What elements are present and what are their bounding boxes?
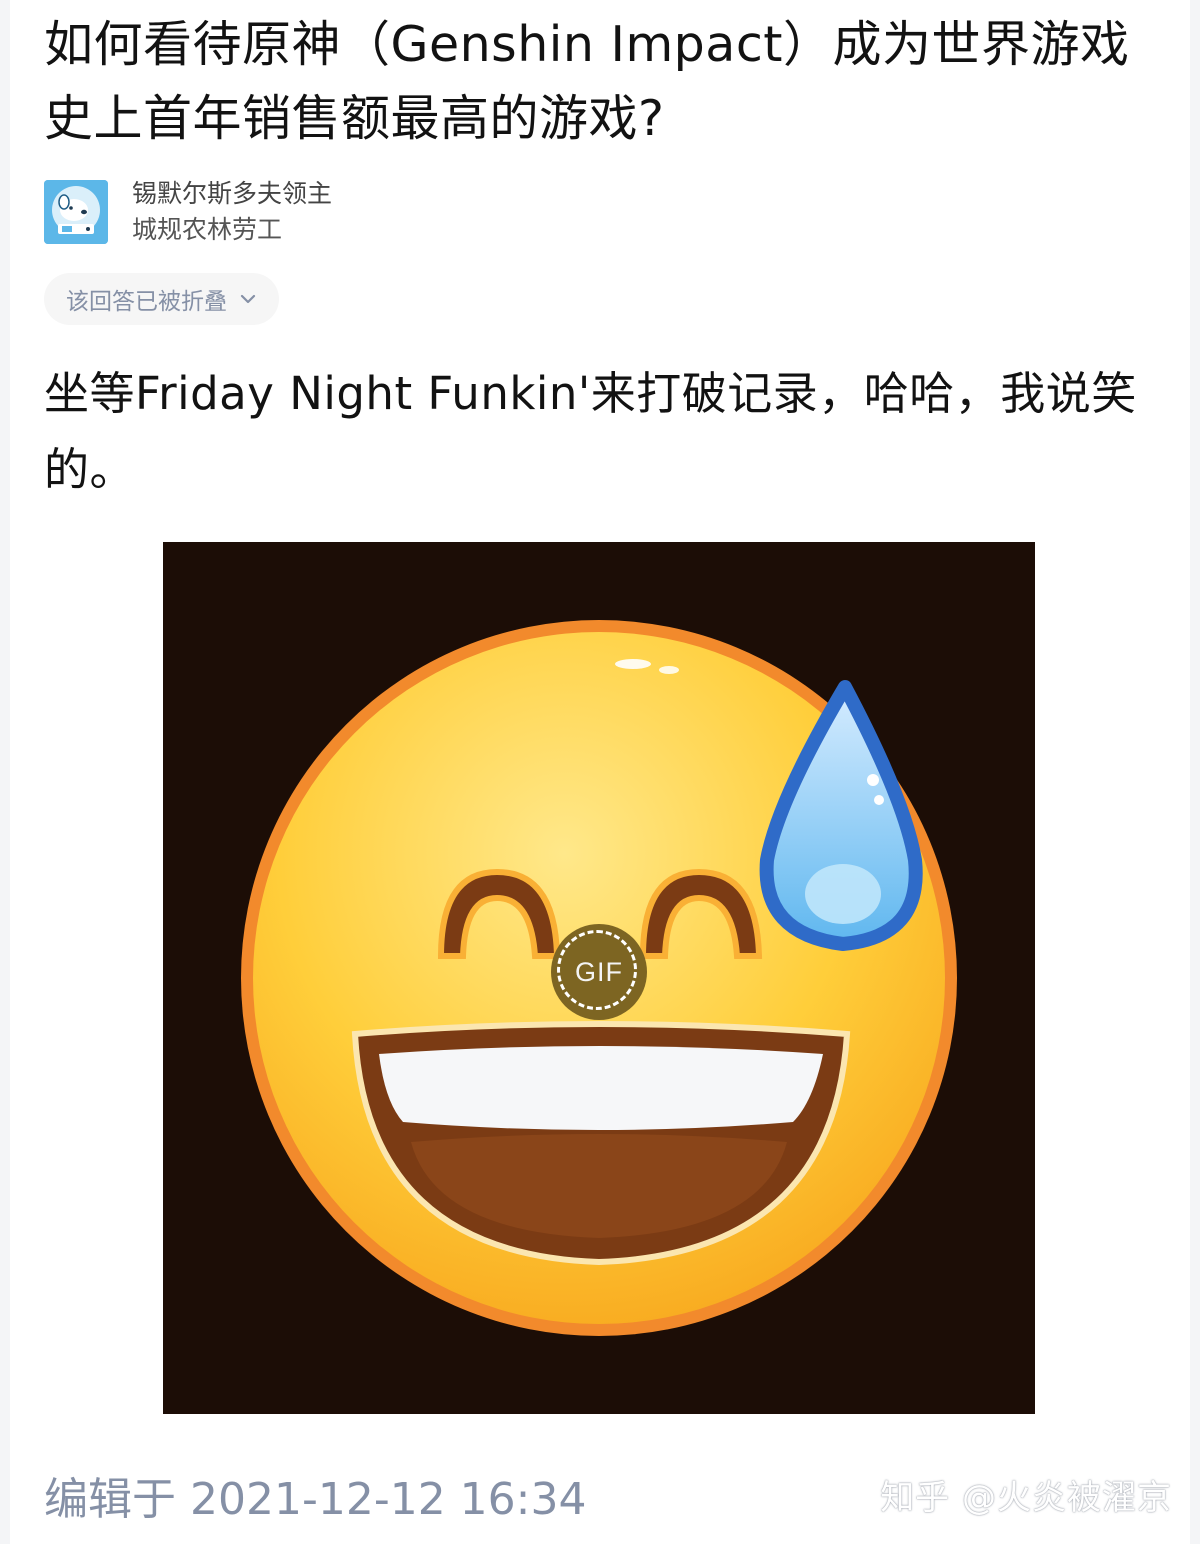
author-meta: 锡默尔斯多夫领主 城规农林劳工	[132, 176, 332, 248]
chevron-down-icon	[240, 294, 256, 304]
author-name[interactable]: 锡默尔斯多夫领主	[132, 176, 332, 212]
right-gutter	[1190, 0, 1200, 1544]
avatar[interactable]	[44, 180, 108, 244]
answer-text: 坐等Friday Night Funkin'来打破记录，哈哈，我说笑的。	[44, 367, 1137, 496]
answer-page: 如何看待原神（Genshin Impact）成为世界游戏史上首年销售额最高的游戏…	[0, 0, 1200, 1544]
question-title[interactable]: 如何看待原神（Genshin Impact）成为世界游戏史上首年销售额最高的游戏…	[44, 8, 1154, 156]
gif-badge-label: GIF	[575, 956, 623, 987]
left-gutter	[0, 0, 10, 1544]
gif-play-button[interactable]: GIF	[551, 924, 647, 1020]
author-headline: 城规农林劳工	[132, 215, 283, 244]
collapse-label: 该回答已被折叠	[66, 289, 227, 315]
collapsed-answer-toggle[interactable]: 该回答已被折叠	[44, 273, 279, 325]
edited-timestamp: 编辑于 2021-12-12 16:34	[44, 1474, 587, 1525]
dog-avatar-icon	[44, 180, 108, 244]
zhihu-watermark: 知乎 @火炎被濯京	[880, 1478, 1172, 1518]
author-info[interactable]: 锡默尔斯多夫领主 城规农林劳工	[44, 179, 332, 244]
